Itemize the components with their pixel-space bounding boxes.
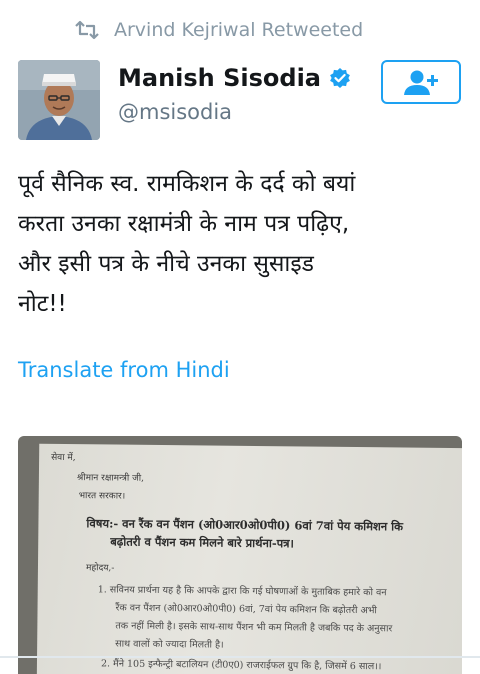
tweet-text: पूर्व सैनिक स्व. रामकिशन के दर्द को बयां… <box>18 171 356 317</box>
user-info: Manish Sisodia @msisodia <box>118 64 351 124</box>
retweet-icon <box>75 20 99 40</box>
retweet-header-text: Arvind Kejriwal Retweeted <box>114 19 364 41</box>
letter-addressee: श्रीमान रक्षामन्त्री जी, <box>76 473 145 484</box>
letter-para-line5: 2. मैंने 105 इन्फैन्ट्री बटालियन (टी0ए0)… <box>100 658 382 673</box>
avatar[interactable] <box>18 60 100 140</box>
retweet-header: Arvind Kejriwal Retweeted <box>74 16 363 44</box>
letter-para-line2: रैंक वन पैंशन (ओ0आर0ओ0पी0) 6वां, 7वां पे… <box>115 602 377 617</box>
translate-link[interactable]: Translate from Hindi <box>18 358 230 382</box>
letter-government: भारत सरकार। <box>78 491 126 502</box>
letter-subject-line2: बढ़ोतरी व पैंशन कम मिलने बारे प्रार्थना-… <box>110 534 294 551</box>
tweet-media[interactable]: सेवा में, श्रीमान रक्षामन्त्री जी, भारत … <box>18 436 462 674</box>
letter-para-line1: 1. सविनय प्रार्थना यह है कि आपके द्वारा … <box>97 584 387 599</box>
letter-subject-line1: विषय:- वन रैंक वन पैंशन (ओ0आर0ओ0पी0) 6वा… <box>86 516 404 534</box>
avatar-photo <box>18 60 100 140</box>
verified-badge-icon <box>330 68 350 88</box>
letter-image: सेवा में, श्रीमान रक्षामन्त्री जी, भारत … <box>36 443 462 674</box>
follow-button[interactable] <box>381 60 461 104</box>
letter-para-line4: साथ वालों को ज्यादा मिलती है। <box>115 638 224 651</box>
divider <box>0 656 480 658</box>
letter-para-line3: तक नहीं मिली है। इसके साथ-साथ पैंशन भी क… <box>115 620 393 635</box>
user-handle[interactable]: @msisodia <box>118 100 351 124</box>
letter-greeting: महोदय,- <box>85 563 115 574</box>
add-user-icon <box>404 70 438 95</box>
letter-salutation: सेवा में, <box>51 452 76 464</box>
user-name[interactable]: Manish Sisodia <box>118 64 321 92</box>
